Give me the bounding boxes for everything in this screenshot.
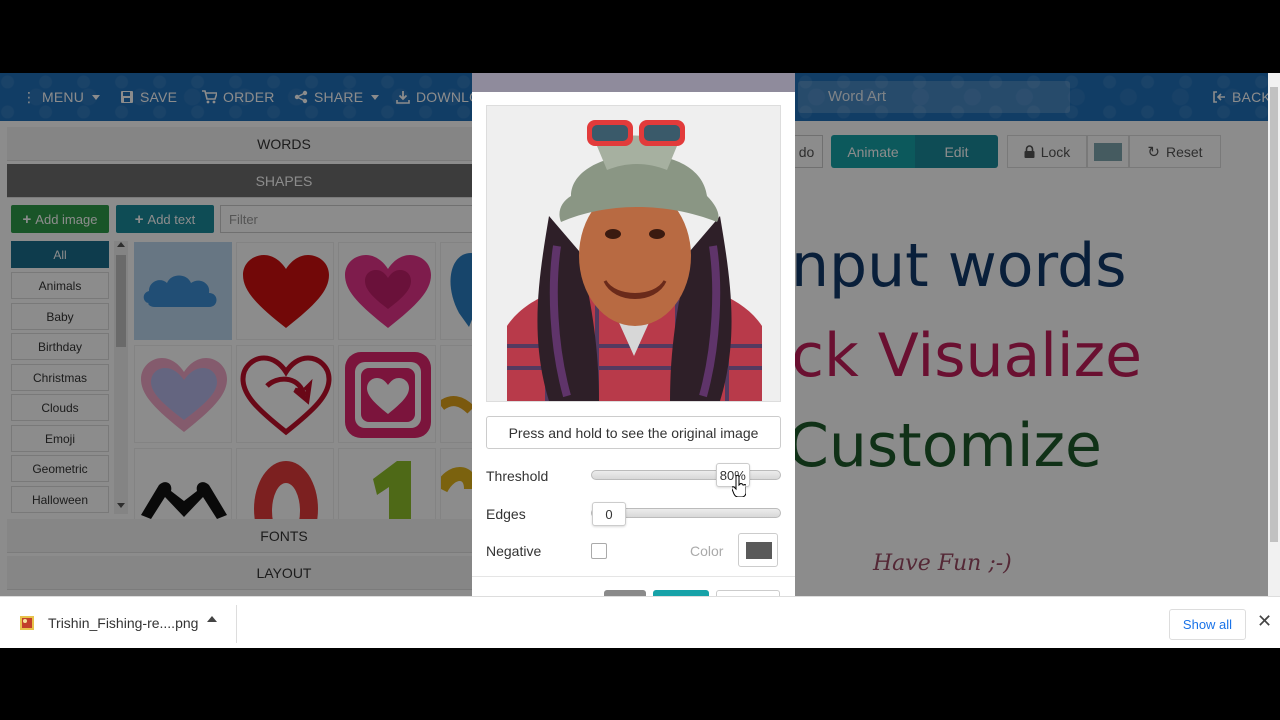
edges-handle[interactable]: 0 bbox=[592, 502, 626, 526]
threshold-slider[interactable] bbox=[591, 470, 781, 480]
hand-cursor-icon bbox=[731, 475, 746, 497]
color-picker-button[interactable] bbox=[738, 533, 778, 567]
chevron-up-icon[interactable] bbox=[207, 616, 217, 622]
color-swatch bbox=[746, 542, 772, 559]
color-label: Color bbox=[690, 543, 724, 559]
image-edit-dialog: Press and hold to see the original image… bbox=[472, 73, 795, 596]
preview-image[interactable] bbox=[486, 105, 781, 402]
image-file-icon bbox=[20, 616, 34, 630]
threshold-label: Threshold bbox=[486, 468, 549, 484]
edges-label: Edges bbox=[486, 506, 526, 522]
page-scrollbar[interactable] bbox=[1268, 73, 1280, 596]
dialog-footer-divider bbox=[472, 576, 795, 577]
portrait-photo bbox=[487, 106, 780, 401]
negative-checkbox[interactable] bbox=[591, 543, 607, 559]
page-scroll-thumb[interactable] bbox=[1270, 87, 1278, 542]
show-original-button[interactable]: Press and hold to see the original image bbox=[486, 416, 781, 449]
download-bar: Trishin_Fishing-re....png Show all ✕ bbox=[0, 596, 1280, 648]
negative-label: Negative bbox=[486, 543, 542, 559]
app-window: ⋮ MENU SAVE ORDER SHARE DOWNLO Word Art … bbox=[0, 73, 1280, 596]
close-icon[interactable]: ✕ bbox=[1257, 611, 1272, 632]
divider bbox=[236, 605, 237, 643]
show-all-button[interactable]: Show all bbox=[1169, 609, 1246, 640]
download-filename[interactable]: Trishin_Fishing-re....png bbox=[48, 615, 198, 631]
dialog-header bbox=[472, 73, 795, 92]
